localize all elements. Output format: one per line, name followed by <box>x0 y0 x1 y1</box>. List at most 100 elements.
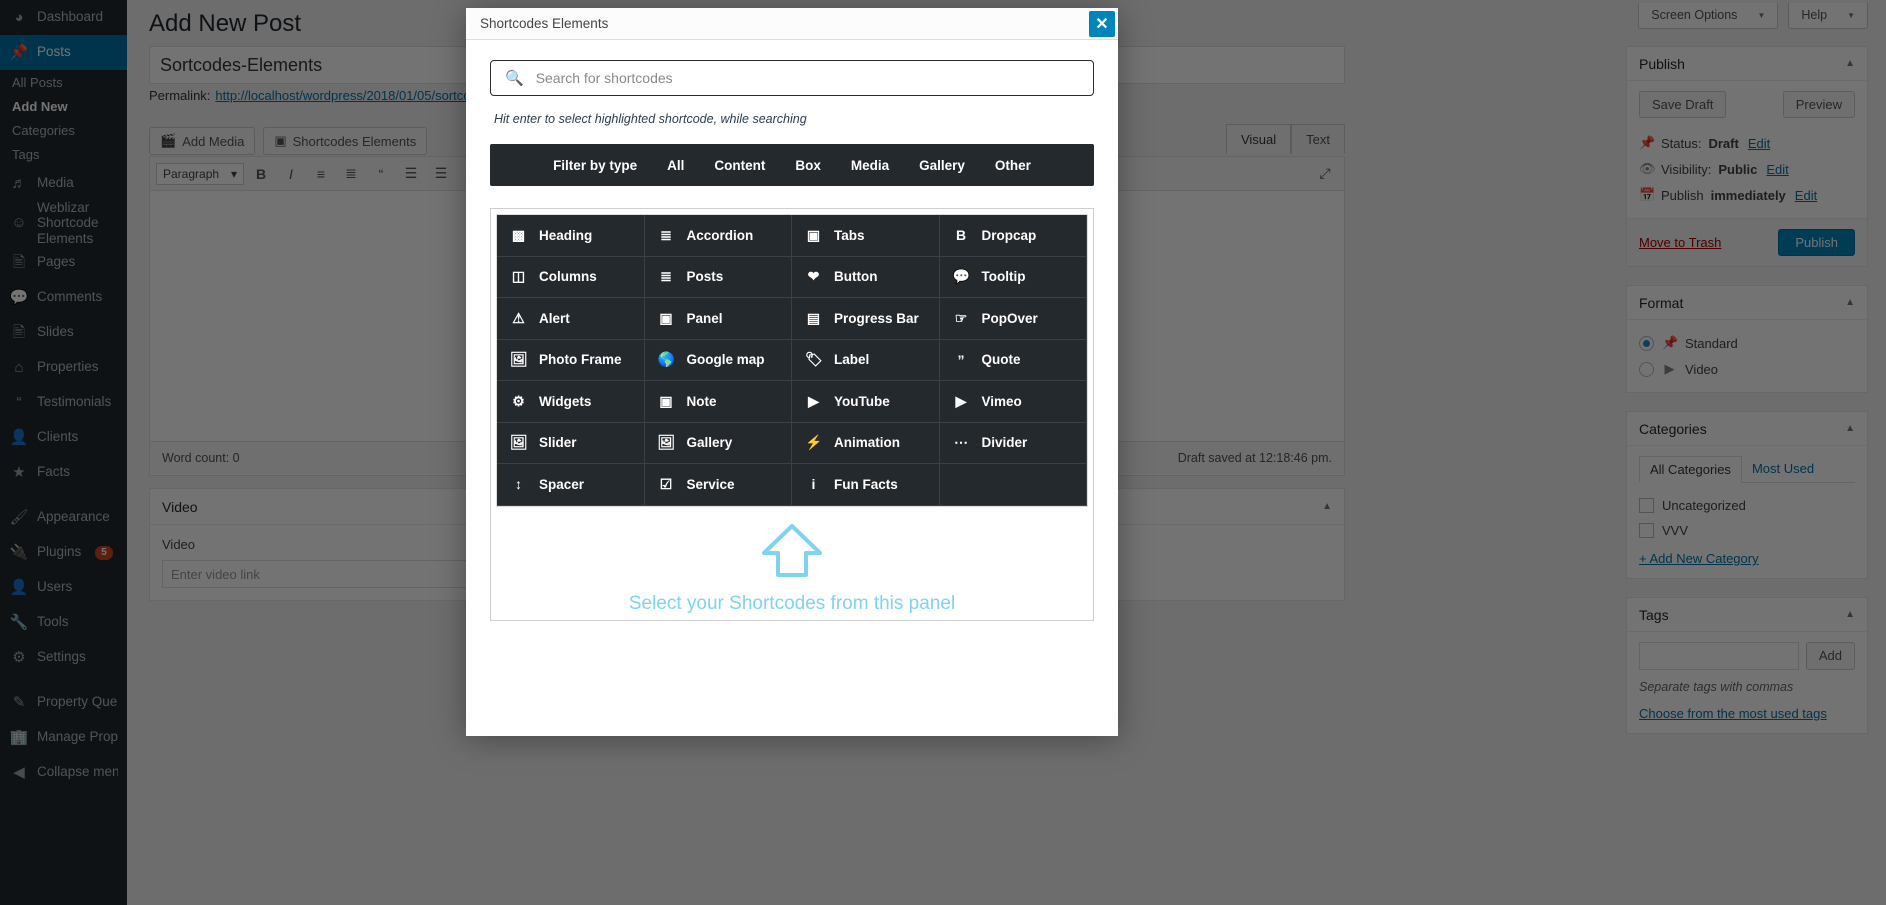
screen-options-button[interactable]: Screen Options ▼ <box>1638 3 1779 29</box>
shortcode-slider[interactable]: 🖼 Slider <box>497 422 645 464</box>
shortcode-heading[interactable]: ▩ Heading <box>497 215 645 257</box>
shortcode-dropcap[interactable]: B Dropcap <box>939 215 1087 257</box>
shortcode-tabs[interactable]: ▣ Tabs <box>792 215 940 257</box>
shortcode-columns[interactable]: ◫ Columns <box>497 256 645 298</box>
shortcode-button[interactable]: ❤ Button <box>792 256 940 298</box>
move-to-trash-link[interactable]: Move to Trash <box>1639 235 1721 250</box>
sidebar-item-properties[interactable]: ⌂ Properties <box>0 350 127 385</box>
tab-all-categories[interactable]: All Categories <box>1639 456 1742 483</box>
sidebar-item-facts[interactable]: ★ Facts <box>0 455 127 490</box>
tag-input[interactable] <box>1639 642 1799 670</box>
tab-most-used[interactable]: Most Used <box>1742 456 1824 482</box>
chevron-up-icon[interactable]: ▲ <box>1322 501 1332 512</box>
checkbox-uncategorized[interactable] <box>1639 498 1654 513</box>
add-tag-button[interactable]: Add <box>1805 642 1855 670</box>
bullet-list-button[interactable]: ≡ <box>308 162 334 186</box>
shortcode-label[interactable]: 🏷 Label <box>792 339 940 381</box>
filter-other[interactable]: Other <box>995 158 1031 173</box>
sidebar-item-weblizar-shortcode-elements[interactable]: ☺ Weblizar Shortcode Elements <box>0 200 127 246</box>
shortcode-animation[interactable]: ⚡ Animation <box>792 422 940 464</box>
sidebar-item-posts[interactable]: 📌 Posts <box>0 35 127 70</box>
sidebar-item-comments[interactable]: 💬 Comments <box>0 280 127 315</box>
help-button[interactable]: Help ▼ <box>1788 3 1868 29</box>
sidebar-item-manage-properties[interactable]: 🏢 Manage Properties <box>0 720 127 755</box>
shortcode-alert[interactable]: ⚠ Alert <box>497 298 645 340</box>
shortcode-widgets[interactable]: ⚙ Widgets <box>497 381 645 423</box>
shortcode-note[interactable]: ▣ Note <box>644 381 792 423</box>
add-media-button[interactable]: 🎬 Add Media <box>149 127 256 155</box>
shortcodes-elements-button[interactable]: ▣ Shortcodes Elements <box>263 127 428 155</box>
shortcode-google-map[interactable]: 🌎 Google map <box>644 339 792 381</box>
align-center-button[interactable]: ☰ <box>428 162 454 186</box>
italic-button[interactable]: I <box>278 162 304 186</box>
video-link-input[interactable]: Enter video link <box>162 560 502 588</box>
shortcode-vimeo[interactable]: ▶ Vimeo <box>939 381 1087 423</box>
shortcode-spacer[interactable]: ↕ Spacer <box>497 464 645 506</box>
shortcode-fun-facts[interactable]: i Fun Facts <box>792 464 940 506</box>
numbered-list-button[interactable]: ≣ <box>338 162 364 186</box>
radio-video[interactable] <box>1639 361 1654 377</box>
sidebar-item-tools[interactable]: 🔧 Tools <box>0 605 127 640</box>
filter-box[interactable]: Box <box>795 158 821 173</box>
sidebar-item-settings[interactable]: ⚙ Settings <box>0 640 127 675</box>
chevron-up-icon[interactable]: ▲ <box>1845 58 1855 69</box>
sidebar-subitem-tags[interactable]: Tags <box>0 142 127 166</box>
sidebar-item-media[interactable]: ♬ Media <box>0 166 127 201</box>
shortcode-tooltip[interactable]: 💬 Tooltip <box>939 256 1087 298</box>
shortcode-popover[interactable]: ☞ PopOver <box>939 298 1087 340</box>
sidebar-item-testimonials[interactable]: “ Testimonials <box>0 385 127 420</box>
tab-visual[interactable]: Visual <box>1225 124 1292 154</box>
sidebar-item-slides[interactable]: 🖹 Slides <box>0 315 127 350</box>
shortcode-service[interactable]: ☑ Service <box>644 464 792 506</box>
sidebar-item-property-queries[interactable]: ✎ Property Queries <box>0 685 127 720</box>
sidebar-subitem-add-new[interactable]: Add New <box>0 94 127 118</box>
checkbox-vvv[interactable] <box>1639 523 1654 538</box>
add-new-category-link[interactable]: + Add New Category <box>1639 551 1759 566</box>
paragraph-format-select[interactable]: Paragraph ▾ <box>156 162 244 185</box>
bold-button[interactable]: B <box>248 162 274 186</box>
sidebar-subitem-all-posts[interactable]: All Posts <box>0 70 127 94</box>
shortcode-divider[interactable]: ⋯ Divider <box>939 422 1087 464</box>
align-left-button[interactable]: ☰ <box>398 162 424 186</box>
sidebar-item-pages[interactable]: 🖹 Pages <box>0 245 127 280</box>
radio-standard[interactable] <box>1639 335 1654 351</box>
tab-text[interactable]: Text <box>1291 124 1345 154</box>
shortcode-panel[interactable]: ▣ Panel <box>644 298 792 340</box>
preview-button[interactable]: Preview <box>1782 91 1855 118</box>
visibility-edit-link[interactable]: Edit <box>1766 162 1788 177</box>
category-item-vvv[interactable]: VVV <box>1639 518 1855 543</box>
close-icon[interactable]: ✕ <box>1089 10 1115 37</box>
format-option-video[interactable]: ▶ Video <box>1639 356 1855 382</box>
format-option-standard[interactable]: 📌 Standard <box>1639 330 1855 356</box>
category-item-uncategorized[interactable]: Uncategorized <box>1639 493 1855 518</box>
filter-all[interactable]: All <box>667 158 684 173</box>
status-edit-link[interactable]: Edit <box>1748 136 1770 151</box>
chevron-up-icon[interactable]: ▲ <box>1845 609 1855 620</box>
filter-gallery[interactable]: Gallery <box>919 158 965 173</box>
publish-button[interactable]: Publish <box>1778 229 1855 256</box>
shortcode-photo-frame[interactable]: 🖼 Photo Frame <box>497 339 645 381</box>
sidebar-item-collapse-menu[interactable]: ◀ Collapse menu <box>0 755 127 790</box>
search-input[interactable]: 🔍 Search for shortcodes <box>490 60 1094 96</box>
chevron-up-icon[interactable]: ▲ <box>1845 297 1855 308</box>
shortcode-posts[interactable]: ≣ Posts <box>644 256 792 298</box>
sidebar-item-dashboard[interactable]: ◕ Dashboard <box>0 0 127 35</box>
shortcode-youtube[interactable]: ▶ YouTube <box>792 381 940 423</box>
sidebar-item-clients[interactable]: 👤 Clients <box>0 420 127 455</box>
sidebar-subitem-categories[interactable]: Categories <box>0 118 127 142</box>
chevron-up-icon[interactable]: ▲ <box>1845 423 1855 434</box>
sidebar-item-plugins[interactable]: 🔌 Plugins 5 <box>0 535 127 570</box>
filter-media[interactable]: Media <box>851 158 889 173</box>
choose-most-used-tags-link[interactable]: Choose from the most used tags <box>1639 706 1827 721</box>
sidebar-item-appearance[interactable]: 🖌 Appearance <box>0 500 127 535</box>
shortcode-quote[interactable]: ” Quote <box>939 339 1087 381</box>
blockquote-button[interactable]: “ <box>368 162 394 186</box>
shortcode-progress-bar[interactable]: ▤ Progress Bar <box>792 298 940 340</box>
sidebar-item-users[interactable]: 👤 Users <box>0 570 127 605</box>
fullscreen-toggle-icon[interactable]: ⤢ <box>1312 162 1338 186</box>
shortcode-accordion[interactable]: ≣ Accordion <box>644 215 792 257</box>
filter-content[interactable]: Content <box>714 158 765 173</box>
shortcode-gallery[interactable]: 🖼 Gallery <box>644 422 792 464</box>
publish-edit-link[interactable]: Edit <box>1795 188 1817 203</box>
save-draft-button[interactable]: Save Draft <box>1639 91 1727 118</box>
